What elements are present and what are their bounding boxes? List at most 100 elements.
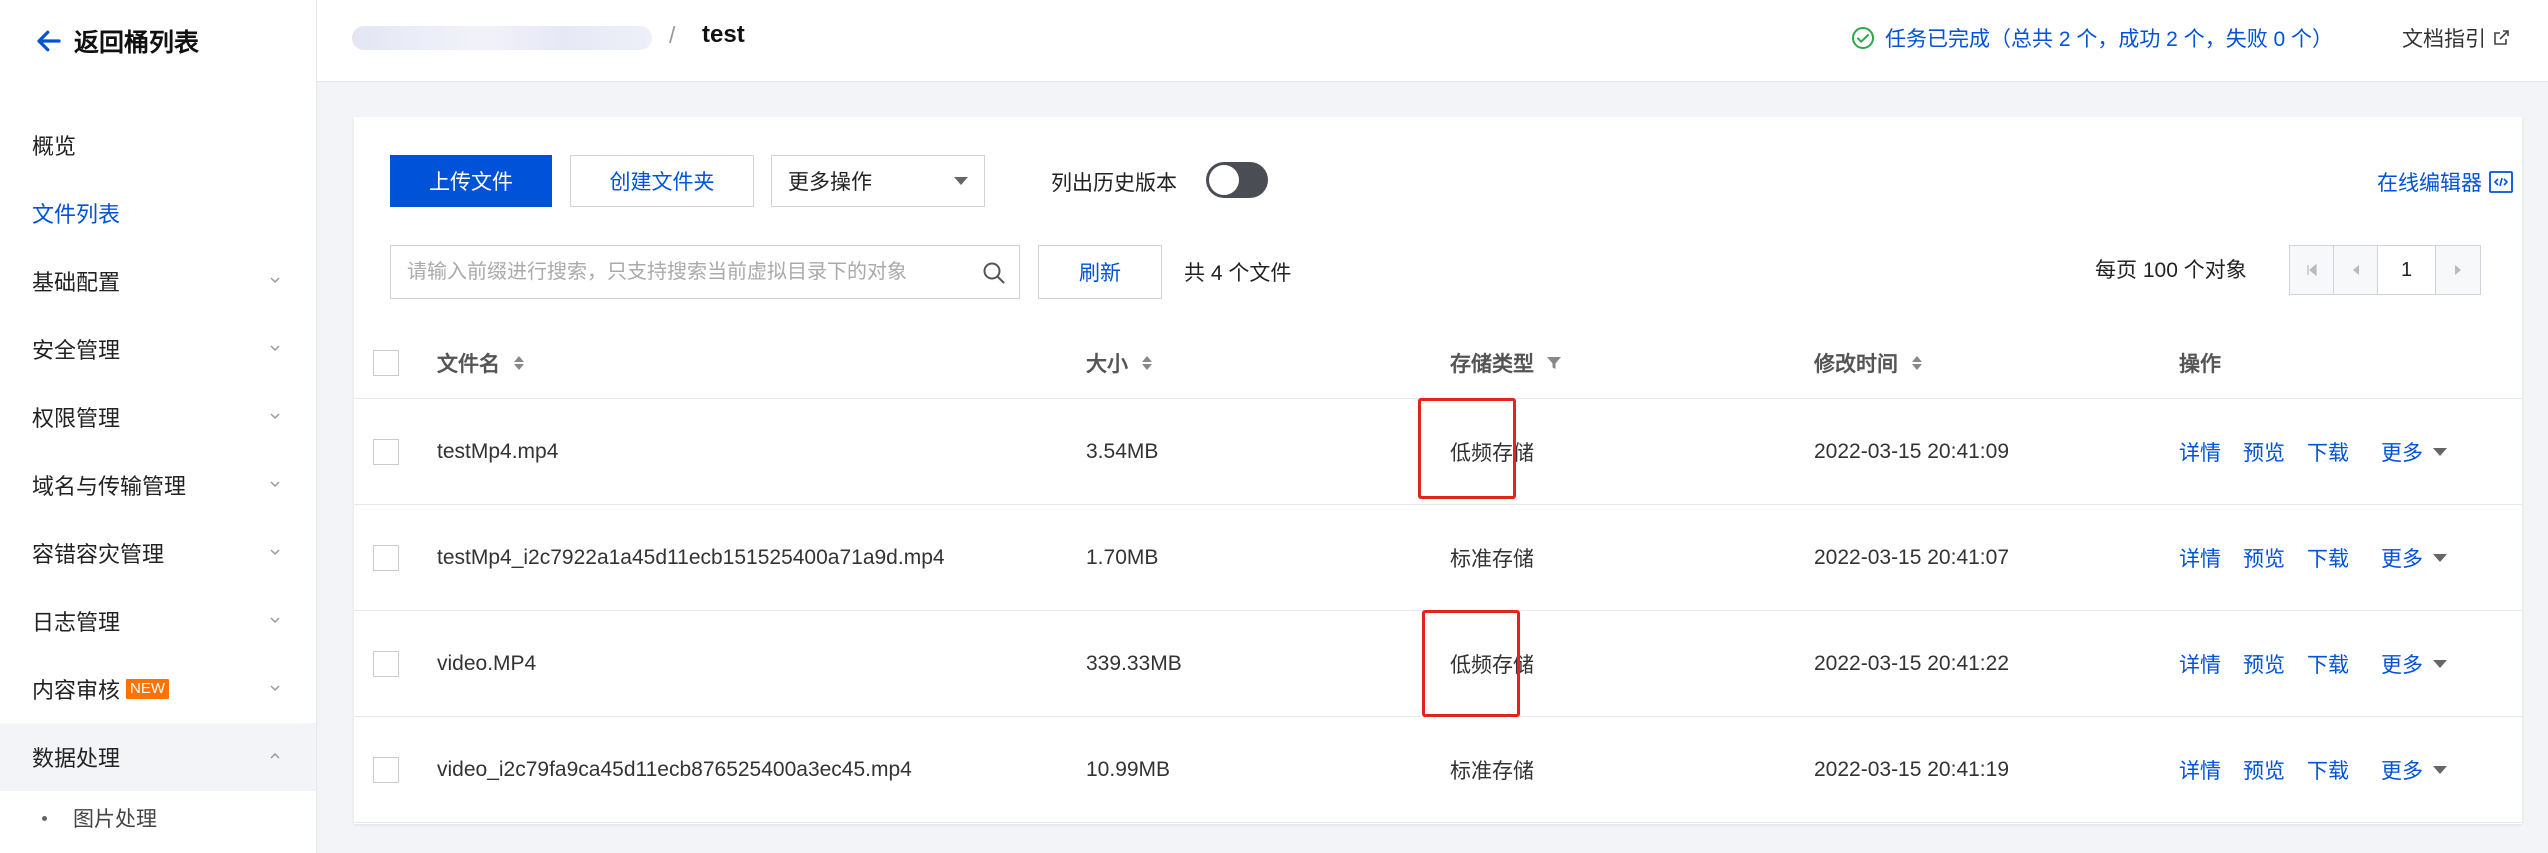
detail-link[interactable]: 详情 <box>2179 755 2221 785</box>
download-link[interactable]: 下载 <box>2307 543 2349 573</box>
sidebar-item-security[interactable]: 安全管理 <box>0 315 316 383</box>
more-actions-link[interactable]: 更多 <box>2381 649 2447 679</box>
sidebar-subitem-image-processing[interactable]: 图片处理 <box>0 791 316 845</box>
sidebar-item-file-list[interactable]: 文件列表 <box>0 179 316 247</box>
sidebar-item-basic-config[interactable]: 基础配置 <box>0 247 316 315</box>
chevron-down-icon <box>270 413 280 420</box>
sidebar-item-disaster-recovery[interactable]: 容错容灾管理 <box>0 519 316 587</box>
sidebar-item-overview[interactable]: 概览 <box>0 111 316 179</box>
history-versions-toggle[interactable] <box>1206 162 1268 198</box>
code-editor-icon <box>2489 171 2513 193</box>
sidebar-nav: 概览 文件列表 基础配置 安全管理 权限管理 域名与传输管理 容错容灾管理 日志… <box>0 111 316 845</box>
check-circle-icon <box>1852 27 1874 49</box>
filter-icon[interactable] <box>1546 355 1562 371</box>
column-header-size[interactable]: 大小 <box>1086 327 1154 398</box>
column-header-label: 大小 <box>1086 352 1128 376</box>
sidebar-item-content-moderation[interactable]: 内容审核 NEW <box>0 655 316 723</box>
file-size: 10.99MB <box>1086 757 1171 781</box>
column-header-name[interactable]: 文件名 <box>437 327 526 398</box>
search-icon[interactable] <box>981 260 1007 286</box>
more-label: 更多 <box>2381 759 2423 783</box>
detail-link[interactable]: 详情 <box>2179 437 2221 467</box>
sidebar-item-label: 容错容灾管理 <box>32 542 165 567</box>
back-to-bucket-list-button[interactable]: 返回桶列表 <box>34 20 199 62</box>
sidebar-item-permissions[interactable]: 权限管理 <box>0 383 316 451</box>
preview-link[interactable]: 预览 <box>2243 543 2285 573</box>
next-page-button[interactable] <box>2436 246 2480 294</box>
create-folder-button[interactable]: 创建文件夹 <box>570 155 754 207</box>
more-actions-dropdown[interactable]: 更多操作 <box>771 155 985 207</box>
more-actions-link[interactable]: 更多 <box>2381 755 2447 785</box>
sidebar-item-label: 域名与传输管理 <box>32 474 187 499</box>
column-header-label: 文件名 <box>437 352 500 376</box>
more-actions-link[interactable]: 更多 <box>2381 543 2447 573</box>
arrow-left-icon <box>37 30 61 52</box>
column-header-storage-type[interactable]: 存储类型 <box>1450 327 1562 398</box>
caret-down-icon <box>2433 447 2447 456</box>
sidebar-item-domain-transfer[interactable]: 域名与传输管理 <box>0 451 316 519</box>
task-status-link[interactable]: 任务已完成（总共 2 个，成功 2 个，失败 0 个） <box>1851 23 2333 53</box>
file-name[interactable]: testMp4.mp4 <box>437 399 558 504</box>
file-size: 3.54MB <box>1086 439 1159 463</box>
detail-link[interactable]: 详情 <box>2179 543 2221 573</box>
table-header-row: 文件名 大小 存储类型 修改时间 操作 <box>354 327 2522 399</box>
online-editor-label: 在线编辑器 <box>2377 172 2482 195</box>
chevron-down-icon <box>270 617 280 624</box>
breadcrumb-separator: / <box>669 22 676 48</box>
column-header-label: 存储类型 <box>1450 352 1534 376</box>
file-name[interactable]: video_i2c79fa9ca45d11ecb876525400a3ec45.… <box>437 717 912 822</box>
storage-type: 标准存储 <box>1450 547 1534 571</box>
download-link[interactable]: 下载 <box>2307 649 2349 679</box>
file-name[interactable]: video.MP4 <box>437 611 536 716</box>
next-page-icon <box>2455 265 2461 275</box>
per-page-label: 每页 100 个对象 <box>2095 259 2247 282</box>
doc-guide-label: 文档指引 <box>2402 28 2486 51</box>
sidebar-item-label: 权限管理 <box>32 406 121 431</box>
more-actions-link[interactable]: 更多 <box>2381 437 2447 467</box>
sort-icon <box>1142 355 1152 370</box>
file-name[interactable]: testMp4_i2c7922a1a45d11ecb151525400a71a9… <box>437 505 945 610</box>
sidebar-subitem-label: 图片处理 <box>73 808 157 831</box>
sidebar: 返回桶列表 概览 文件列表 基础配置 安全管理 权限管理 域名与传输管理 容错容… <box>0 0 317 853</box>
more-label: 更多 <box>2381 441 2423 465</box>
preview-link[interactable]: 预览 <box>2243 649 2285 679</box>
sidebar-item-logs[interactable]: 日志管理 <box>0 587 316 655</box>
download-link[interactable]: 下载 <box>2307 755 2349 785</box>
search-input[interactable] <box>391 247 961 297</box>
sidebar-item-label: 安全管理 <box>32 338 121 363</box>
preview-link[interactable]: 预览 <box>2243 755 2285 785</box>
sort-icon <box>514 355 524 370</box>
first-page-button[interactable] <box>2290 246 2334 294</box>
row-checkbox[interactable] <box>373 438 399 465</box>
sidebar-item-label: 概览 <box>32 134 77 159</box>
breadcrumb-blurred-region[interactable] <box>352 26 652 50</box>
detail-link[interactable]: 详情 <box>2179 649 2221 679</box>
refresh-button[interactable]: 刷新 <box>1038 245 1162 299</box>
task-status-text: 任务已完成（总共 2 个，成功 2 个，失败 0 个） <box>1885 28 2334 51</box>
more-label: 更多 <box>2381 653 2423 677</box>
preview-link[interactable]: 预览 <box>2243 437 2285 467</box>
row-actions: 详情 预览 下载 更多 <box>2179 505 2447 610</box>
modified-time: 2022-03-15 20:41:22 <box>1814 651 2009 675</box>
prev-page-button[interactable] <box>2334 246 2378 294</box>
file-list-card: 上传文件 创建文件夹 更多操作 列出历史版本 在线编辑器 刷新 共 4 个文件 … <box>354 117 2522 824</box>
storage-type: 标准存储 <box>1450 759 1534 783</box>
first-page-icon <box>2306 263 2317 277</box>
page-number[interactable]: 1 <box>2378 246 2436 294</box>
sidebar-item-data-processing[interactable]: 数据处理 <box>0 723 316 791</box>
row-checkbox[interactable] <box>373 650 399 677</box>
table-row: video_i2c79fa9ca45d11ecb876525400a3ec45.… <box>354 717 2522 823</box>
caret-down-icon <box>954 177 968 185</box>
caret-down-icon <box>2433 553 2447 562</box>
select-all-checkbox[interactable] <box>373 349 399 376</box>
online-editor-link[interactable]: 在线编辑器 <box>2377 167 2514 197</box>
column-header-modified[interactable]: 修改时间 <box>1814 327 1924 398</box>
more-label: 更多 <box>2381 547 2423 571</box>
chevron-down-icon <box>270 549 280 556</box>
column-header-ops: 操作 <box>2179 327 2221 398</box>
row-checkbox[interactable] <box>373 544 399 571</box>
download-link[interactable]: 下载 <box>2307 437 2349 467</box>
row-checkbox[interactable] <box>373 756 399 783</box>
doc-guide-link[interactable]: 文档指引 <box>2402 23 2510 53</box>
upload-file-button[interactable]: 上传文件 <box>390 155 552 207</box>
